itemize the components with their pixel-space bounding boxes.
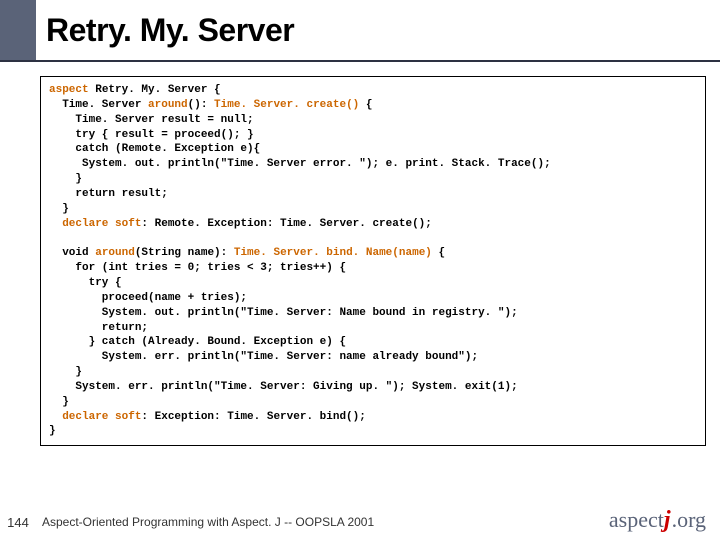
kw-around: around [95,247,135,259]
title-bar: Retry. My. Server [0,0,720,62]
code-text: System. err. println("Time. Server: name… [49,351,478,363]
code-text: : Remote. Exception: Time. Server. creat… [141,218,431,230]
kw-around: around [148,99,188,111]
code-text: } [49,203,69,215]
code-text: return; [49,322,148,334]
code-text: Time. Server result = null; [49,114,254,126]
code-text: } [49,425,56,437]
code-text: Time. Server [49,99,148,111]
kw-soft: soft [115,218,141,230]
blank-line [49,232,56,244]
code-text: try { [49,277,122,289]
code-text: return result; [49,188,168,200]
page-number: 144 [0,515,36,530]
pointcut: Time. Server. create() [214,99,359,111]
code-text: { [432,247,445,259]
logo-j: j [664,507,671,534]
code-text: void [49,247,95,259]
logo-org: .org [672,507,706,533]
code-text: (String name): [135,247,234,259]
code-text: (): [188,99,214,111]
slide: Retry. My. Server aspect Retry. My. Serv… [0,0,720,540]
aspectj-logo: aspectj.org [609,507,706,534]
footer-text: Aspect-Oriented Programming with Aspect.… [36,515,374,529]
code-text: } catch (Already. Bound. Exception e) { [49,336,346,348]
logo-aspect: aspect [609,507,664,533]
kw-declare: declare [49,411,115,423]
code-text: try { result = proceed(); } [49,129,254,141]
code-text: System. err. println("Time. Server: Givi… [49,381,518,393]
code-text: } [49,173,82,185]
code-text: System. out. println("Time. Server error… [49,158,551,170]
code-text: } [49,396,69,408]
code-block: aspect Retry. My. Server { Time. Server … [40,76,706,446]
code-text: : Exception: Time. Server. bind(); [141,411,365,423]
code-text: Retry. My. Server { [95,84,220,96]
code-text: for (int tries = 0; tries < 3; tries++) … [49,262,346,274]
pointcut: Time. Server. bind. Name(name) [234,247,432,259]
code-text: System. out. println("Time. Server: Name… [49,307,518,319]
code-text: } [49,366,82,378]
kw-aspect: aspect [49,84,95,96]
code-text: proceed(name + tries); [49,292,247,304]
title-pad [0,0,36,60]
slide-title: Retry. My. Server [36,0,720,60]
kw-declare: declare [49,218,115,230]
kw-soft: soft [115,411,141,423]
code-text: { [359,99,372,111]
code-text: catch (Remote. Exception e){ [49,143,260,155]
